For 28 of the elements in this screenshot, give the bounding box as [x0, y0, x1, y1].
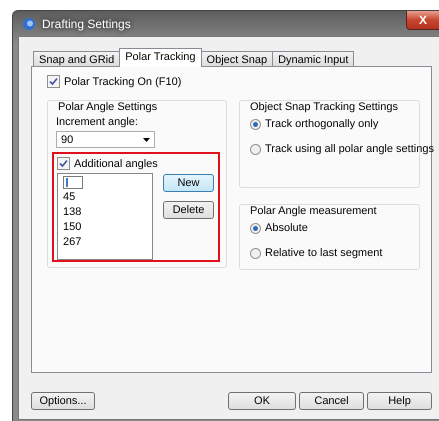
field-label: Increment angle:: [56, 116, 139, 128]
list-item[interactable]: 150: [63, 220, 147, 235]
radio-label: Track using all polar angle settings: [265, 143, 434, 155]
angle-list[interactable]: 45 138 150 267: [57, 173, 153, 260]
dropdown[interactable]: 90: [56, 131, 155, 148]
list-button[interactable]: New: [163, 174, 214, 192]
group-title: Object Snap Tracking Settings: [248, 101, 400, 113]
tab[interactable]: Polar Tracking: [119, 48, 202, 67]
tab[interactable]: Object Snap: [200, 51, 274, 67]
radio-label: Absolute: [265, 222, 308, 234]
checkbox-label: Polar Tracking On (F10): [64, 76, 182, 88]
window-title: Drafting Settings: [42, 16, 131, 30]
list-item[interactable]: 267: [63, 235, 147, 250]
group-title: Polar Angle Settings: [56, 101, 160, 113]
dialog-button[interactable]: OK: [228, 392, 296, 410]
dialog-button[interactable]: Cancel: [299, 392, 364, 410]
close-button[interactable]: X: [406, 11, 439, 30]
tab[interactable]: Dynamic Input: [272, 51, 354, 67]
list-item[interactable]: 138: [63, 205, 147, 220]
tab[interactable]: Snap and GRid: [33, 51, 120, 67]
dialog-button[interactable]: Help: [367, 392, 432, 410]
list-item[interactable]: 45: [63, 190, 147, 205]
list-button[interactable]: Delete: [163, 201, 214, 219]
radio-label: Track orthogonally only: [265, 118, 378, 130]
radio-label: Relative to last segment: [265, 247, 382, 259]
options-button[interactable]: Options...: [31, 392, 95, 410]
checkbox-label: Additional angles: [74, 158, 158, 170]
group-title: Polar Angle measurement: [248, 205, 379, 217]
